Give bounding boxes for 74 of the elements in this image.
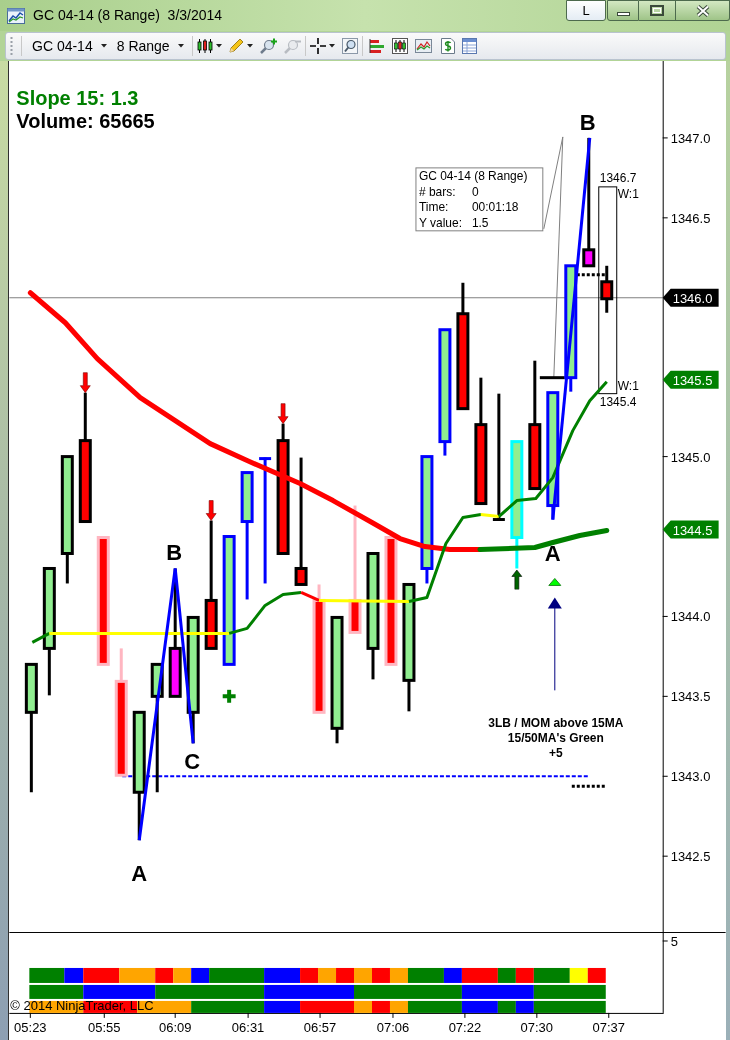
time-label: 07:30: [520, 1020, 554, 1035]
triangle-icon: [548, 578, 561, 586]
time-label: 07:37: [592, 1020, 625, 1035]
maximize-button[interactable]: [639, 0, 676, 21]
up-arrow-icon: [511, 570, 522, 590]
axis-label: 1342.5: [670, 849, 711, 865]
axis-label: 1344.0: [670, 609, 711, 625]
wave-label: B: [579, 109, 596, 135]
close-button[interactable]: [676, 0, 730, 21]
zoom-in-icon[interactable]: [259, 38, 277, 54]
minimize-button[interactable]: [607, 0, 639, 21]
search-icon[interactable]: [341, 38, 358, 54]
down-arrow-icon: [206, 500, 217, 521]
caret-icon[interactable]: [215, 44, 222, 48]
tooltip-value: 0: [471, 184, 479, 199]
caret-icon[interactable]: [100, 44, 107, 48]
axis-label: 1343.0: [670, 769, 711, 785]
tooltip-value: 00:01:18: [471, 200, 519, 215]
wave-label: C: [184, 749, 201, 775]
dotted-level-line: [571, 784, 605, 788]
time-label: 06:31: [231, 1020, 265, 1035]
down-arrow-icon: [278, 403, 289, 424]
tooltip-label: # bars:: [418, 184, 456, 199]
candlestick-chart-icon[interactable]: [391, 38, 408, 54]
bar-type-dropdown[interactable]: 8 Range: [112, 35, 188, 57]
dollar-document-icon[interactable]: [440, 38, 455, 54]
axis-label: 1347.0: [670, 130, 711, 146]
time-label: 06:09: [158, 1020, 192, 1035]
maximize-icon: [650, 5, 664, 16]
caret-icon[interactable]: [246, 44, 253, 48]
measure-label: W:1: [617, 378, 639, 393]
time-label: 06:57: [303, 1020, 337, 1035]
axis-label: 1346.5: [670, 210, 711, 226]
measure-label: 1346.7: [599, 170, 637, 185]
price-tag-label: 1346.0: [672, 290, 713, 306]
line-chart-icon[interactable]: [414, 38, 432, 54]
close-icon: [695, 4, 710, 17]
table-icon[interactable]: [461, 38, 477, 54]
annotation-text: 3LB / MOM above 15MA 15/50MA's Green +5: [488, 716, 624, 761]
candlestick-icon[interactable]: [196, 38, 213, 54]
axis-label: 1343.5: [670, 689, 711, 705]
axis-label: 1345.0: [670, 449, 711, 465]
pin-button[interactable]: L: [566, 0, 606, 21]
wave-label: B: [166, 540, 183, 566]
crosshair-icon[interactable]: [309, 38, 326, 54]
instrument-dropdown[interactable]: GC 04-14: [28, 35, 111, 57]
indicator-label: Slope 15: 1.3: [16, 86, 139, 109]
price-tag-label: 1345.5: [672, 372, 713, 388]
indicator-label: Volume: 65665: [16, 109, 155, 132]
tooltip-label: Y value:: [418, 215, 462, 230]
wave-label: A: [131, 861, 148, 887]
tooltip-label: Time:: [418, 200, 449, 215]
caret-icon[interactable]: [328, 44, 335, 48]
candlestick: [600, 265, 614, 313]
minimize-icon: [616, 12, 630, 16]
window-title: GC 04-14 (8 Range) 3/3/2014: [33, 7, 223, 24]
time-label: 07:22: [448, 1020, 482, 1035]
tooltip-value: 1.5: [471, 215, 489, 230]
plus-icon: [222, 689, 236, 703]
bar-chart-icon[interactable]: [368, 38, 385, 54]
tooltip-title: GC 04-14 (8 Range): [418, 168, 528, 183]
time-label: 05:55: [88, 1020, 121, 1035]
caret-icon[interactable]: [177, 44, 184, 48]
axis-label: 5: [670, 934, 678, 950]
measure-label: 1345.4: [599, 394, 637, 409]
wave-label: A: [544, 541, 561, 567]
down-arrow-icon: [80, 372, 91, 393]
time-label: 05:23: [14, 1020, 47, 1035]
grip-icon[interactable]: [10, 37, 13, 55]
marker-line: [539, 376, 565, 380]
app-chart-icon: [7, 8, 25, 24]
measure-label: W:1: [617, 186, 639, 201]
time-label: 07:06: [376, 1020, 410, 1035]
price-tag-label: 1344.5: [672, 522, 713, 538]
